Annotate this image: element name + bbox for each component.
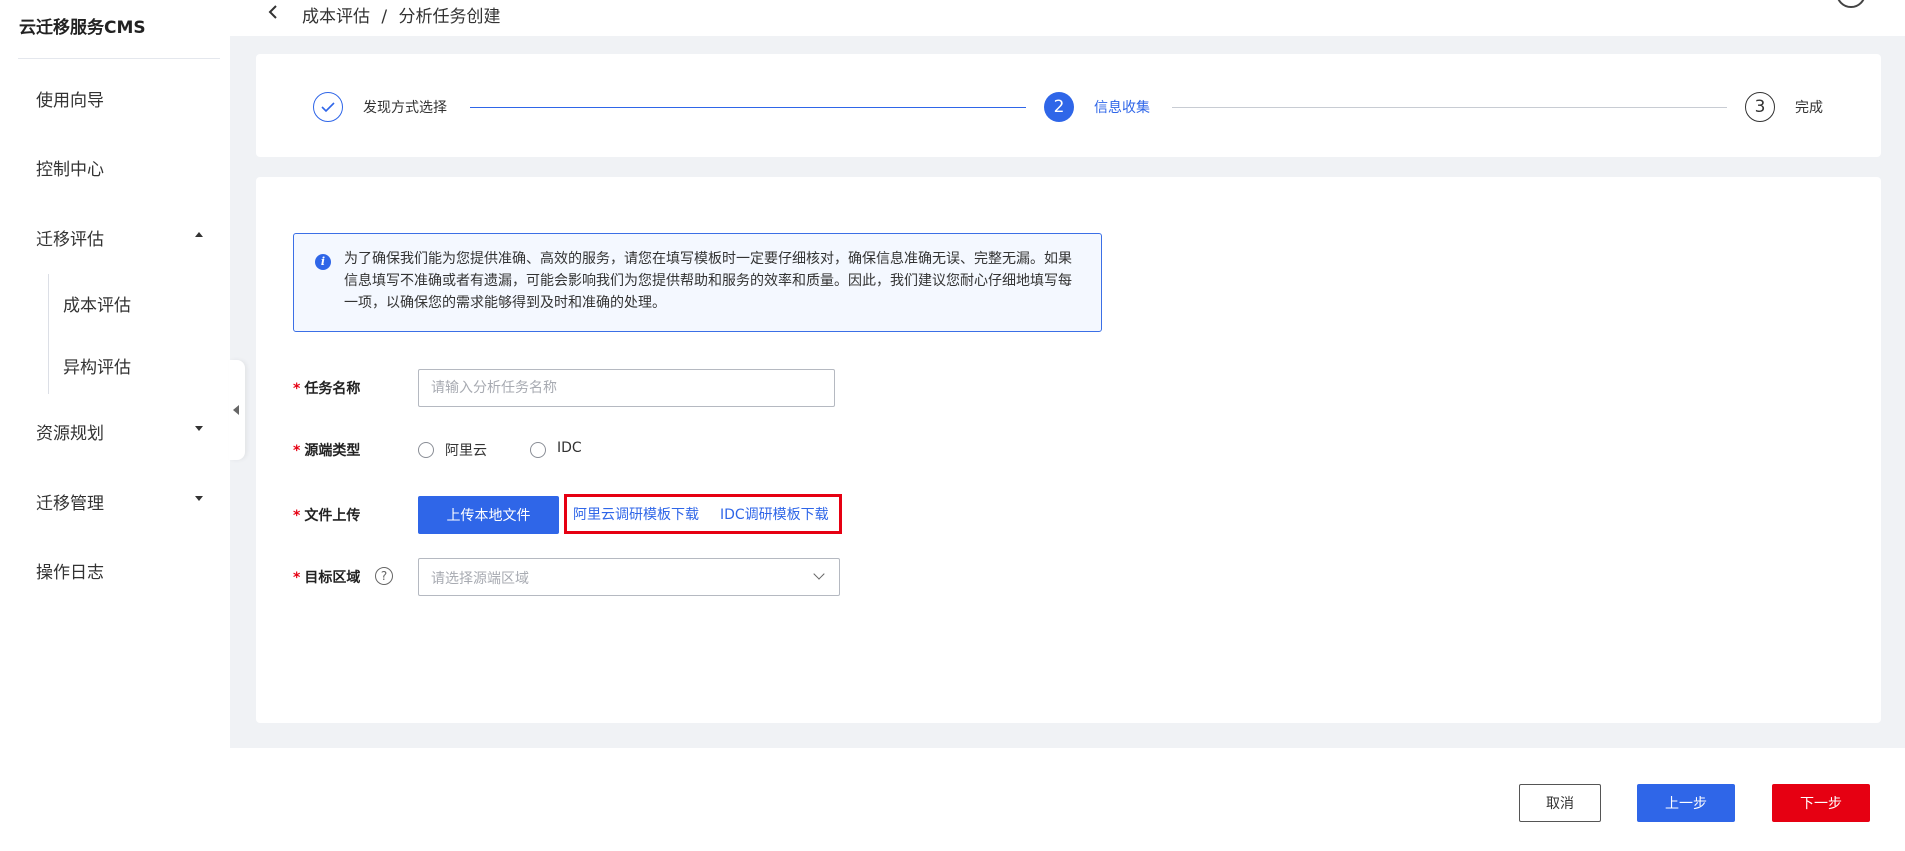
caret-down-icon[interactable] (195, 496, 203, 501)
step-2-indicator: 2 (1044, 92, 1074, 122)
target-region-select[interactable]: 请选择源端区域 (418, 558, 840, 596)
steps-card: 发现方式选择 2 信息收集 3 完成 (256, 54, 1881, 157)
info-icon: i (315, 254, 331, 270)
sidebar-item-migration-management[interactable]: 迁移管理 (36, 489, 104, 514)
required-mark: * (293, 381, 301, 397)
required-mark: * (293, 443, 301, 459)
help-icon[interactable]: ? (375, 567, 393, 585)
step-1-label: 发现方式选择 (363, 100, 447, 116)
task-name-input[interactable] (418, 369, 835, 407)
submenu-guide-line (48, 274, 49, 394)
source-type-label: * 源端类型 (293, 443, 361, 459)
step-1-check-icon (313, 92, 343, 122)
idc-template-download-link[interactable]: IDC调研模板下载 (720, 504, 829, 524)
sidebar-collapse-handle[interactable] (229, 360, 245, 460)
radio-aliyun[interactable] (418, 442, 434, 458)
step-2-label: 信息收集 (1094, 100, 1150, 116)
sidebar-item-migration-assessment[interactable]: 迁移评估 (36, 225, 104, 250)
breadcrumb-item-current: 分析任务创建 (398, 7, 501, 27)
target-region-label: * 目标区域 (293, 570, 361, 586)
task-name-label: * 任务名称 (293, 381, 361, 397)
aliyun-template-download-link[interactable]: 阿里云调研模板下载 (573, 504, 699, 524)
radio-idc-label[interactable]: IDC (557, 440, 582, 456)
required-mark: * (293, 570, 301, 586)
brand-divider (18, 58, 220, 59)
sidebar-item-operation-log[interactable]: 操作日志 (36, 558, 104, 583)
caret-down-icon[interactable] (195, 426, 203, 431)
breadcrumb-separator: / (381, 7, 388, 27)
caret-up-icon[interactable] (195, 232, 203, 237)
collapse-arrow-icon (233, 405, 239, 415)
cancel-button[interactable]: 取消 (1519, 784, 1601, 822)
chevron-down-icon (813, 568, 825, 580)
info-notice: i 为了确保我们能为您提供准确、高效的服务，请您在填写模板时一定要仔细核对，确保… (293, 233, 1102, 332)
step-3-label: 完成 (1795, 100, 1823, 116)
sidebar: 云迁移服务CMS 使用向导 控制中心 迁移评估 成本评估 异构评估 资源规划 迁… (0, 0, 230, 851)
sidebar-item-control-center[interactable]: 控制中心 (36, 155, 104, 180)
sidebar-item-guide[interactable]: 使用向导 (36, 86, 104, 111)
breadcrumb: 成本评估 / 分析任务创建 (302, 2, 507, 27)
sidebar-item-heterogeneous-assessment[interactable]: 异构评估 (63, 353, 131, 378)
file-upload-label: * 文件上传 (293, 508, 361, 524)
target-region-placeholder: 请选择源端区域 (431, 571, 529, 587)
radio-idc[interactable] (530, 442, 546, 458)
previous-step-button[interactable]: 上一步 (1637, 784, 1735, 822)
breadcrumb-item-cost-assessment[interactable]: 成本评估 (302, 7, 370, 27)
back-arrow-icon[interactable] (266, 2, 280, 22)
notice-text: 为了确保我们能为您提供准确、高效的服务，请您在填写模板时一定要仔细核对，确保信息… (344, 251, 1072, 311)
step-3-indicator: 3 (1745, 92, 1775, 122)
required-mark: * (293, 508, 301, 524)
sidebar-item-resource-planning[interactable]: 资源规划 (36, 419, 104, 444)
step-connector-todo (1172, 107, 1727, 108)
upload-local-file-button[interactable]: 上传本地文件 (418, 496, 559, 534)
sidebar-item-cost-assessment[interactable]: 成本评估 (63, 291, 131, 316)
step-connector-done (470, 107, 1026, 108)
radio-aliyun-label[interactable]: 阿里云 (445, 440, 487, 460)
next-step-button[interactable]: 下一步 (1772, 784, 1870, 822)
app-title: 云迁移服务CMS (19, 18, 146, 38)
